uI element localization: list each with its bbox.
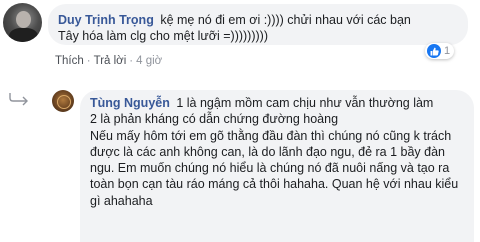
like-icon: [427, 44, 441, 58]
reaction-badge[interactable]: 1: [425, 43, 455, 59]
comment-content: Duy Trịnh Trọng kệ mẹ nó đi em ơi :)))) …: [58, 12, 430, 44]
reply-bubble: Tùng Nguyễn 1 là ngậm mồm cam chịu như v…: [80, 90, 474, 242]
avatar[interactable]: [3, 3, 42, 42]
reaction-count: 1: [444, 45, 451, 57]
comment-bubble: Duy Trịnh Trọng kệ mẹ nó đi em ơi :)))) …: [48, 4, 468, 45]
comment-thread: Duy Trịnh Trọng kệ mẹ nó đi em ơi :)))) …: [0, 0, 480, 242]
comment-author-link[interactable]: Duy Trịnh Trọng: [58, 13, 154, 27]
reply-content: Tùng Nguyễn 1 là ngậm mồm cam chịu như v…: [90, 95, 462, 209]
reply-link[interactable]: Trả lời: [94, 55, 127, 67]
comment-actions: Thích · Trả lời · 4 giờ: [55, 55, 162, 67]
avatar[interactable]: [52, 90, 74, 112]
like-link[interactable]: Thích: [55, 55, 84, 67]
reply-paragraph: Tùng Nguyễn 1 là ngậm mồm cam chịu như v…: [90, 95, 462, 111]
avatar-pattern: [57, 95, 71, 109]
reply-author-link[interactable]: Tùng Nguyễn: [90, 96, 170, 110]
reply-paragraph: Nếu mấy hôm tới em gõ thằng đầu đàn thì …: [90, 128, 459, 208]
comment-timestamp[interactable]: 4 giờ: [136, 55, 162, 67]
reply-arrow-icon: [9, 93, 28, 106]
separator-dot: ·: [129, 55, 134, 67]
reply-text-line: 1 là ngậm mồm cam chịu như vẫn thường là…: [176, 96, 434, 110]
avatar-face: [16, 11, 31, 28]
reply-paragraph: 2 là phản kháng có dẫn chứng đường hoàng: [90, 112, 339, 127]
avatar-body: [9, 28, 38, 42]
separator-dot: ·: [86, 55, 91, 67]
